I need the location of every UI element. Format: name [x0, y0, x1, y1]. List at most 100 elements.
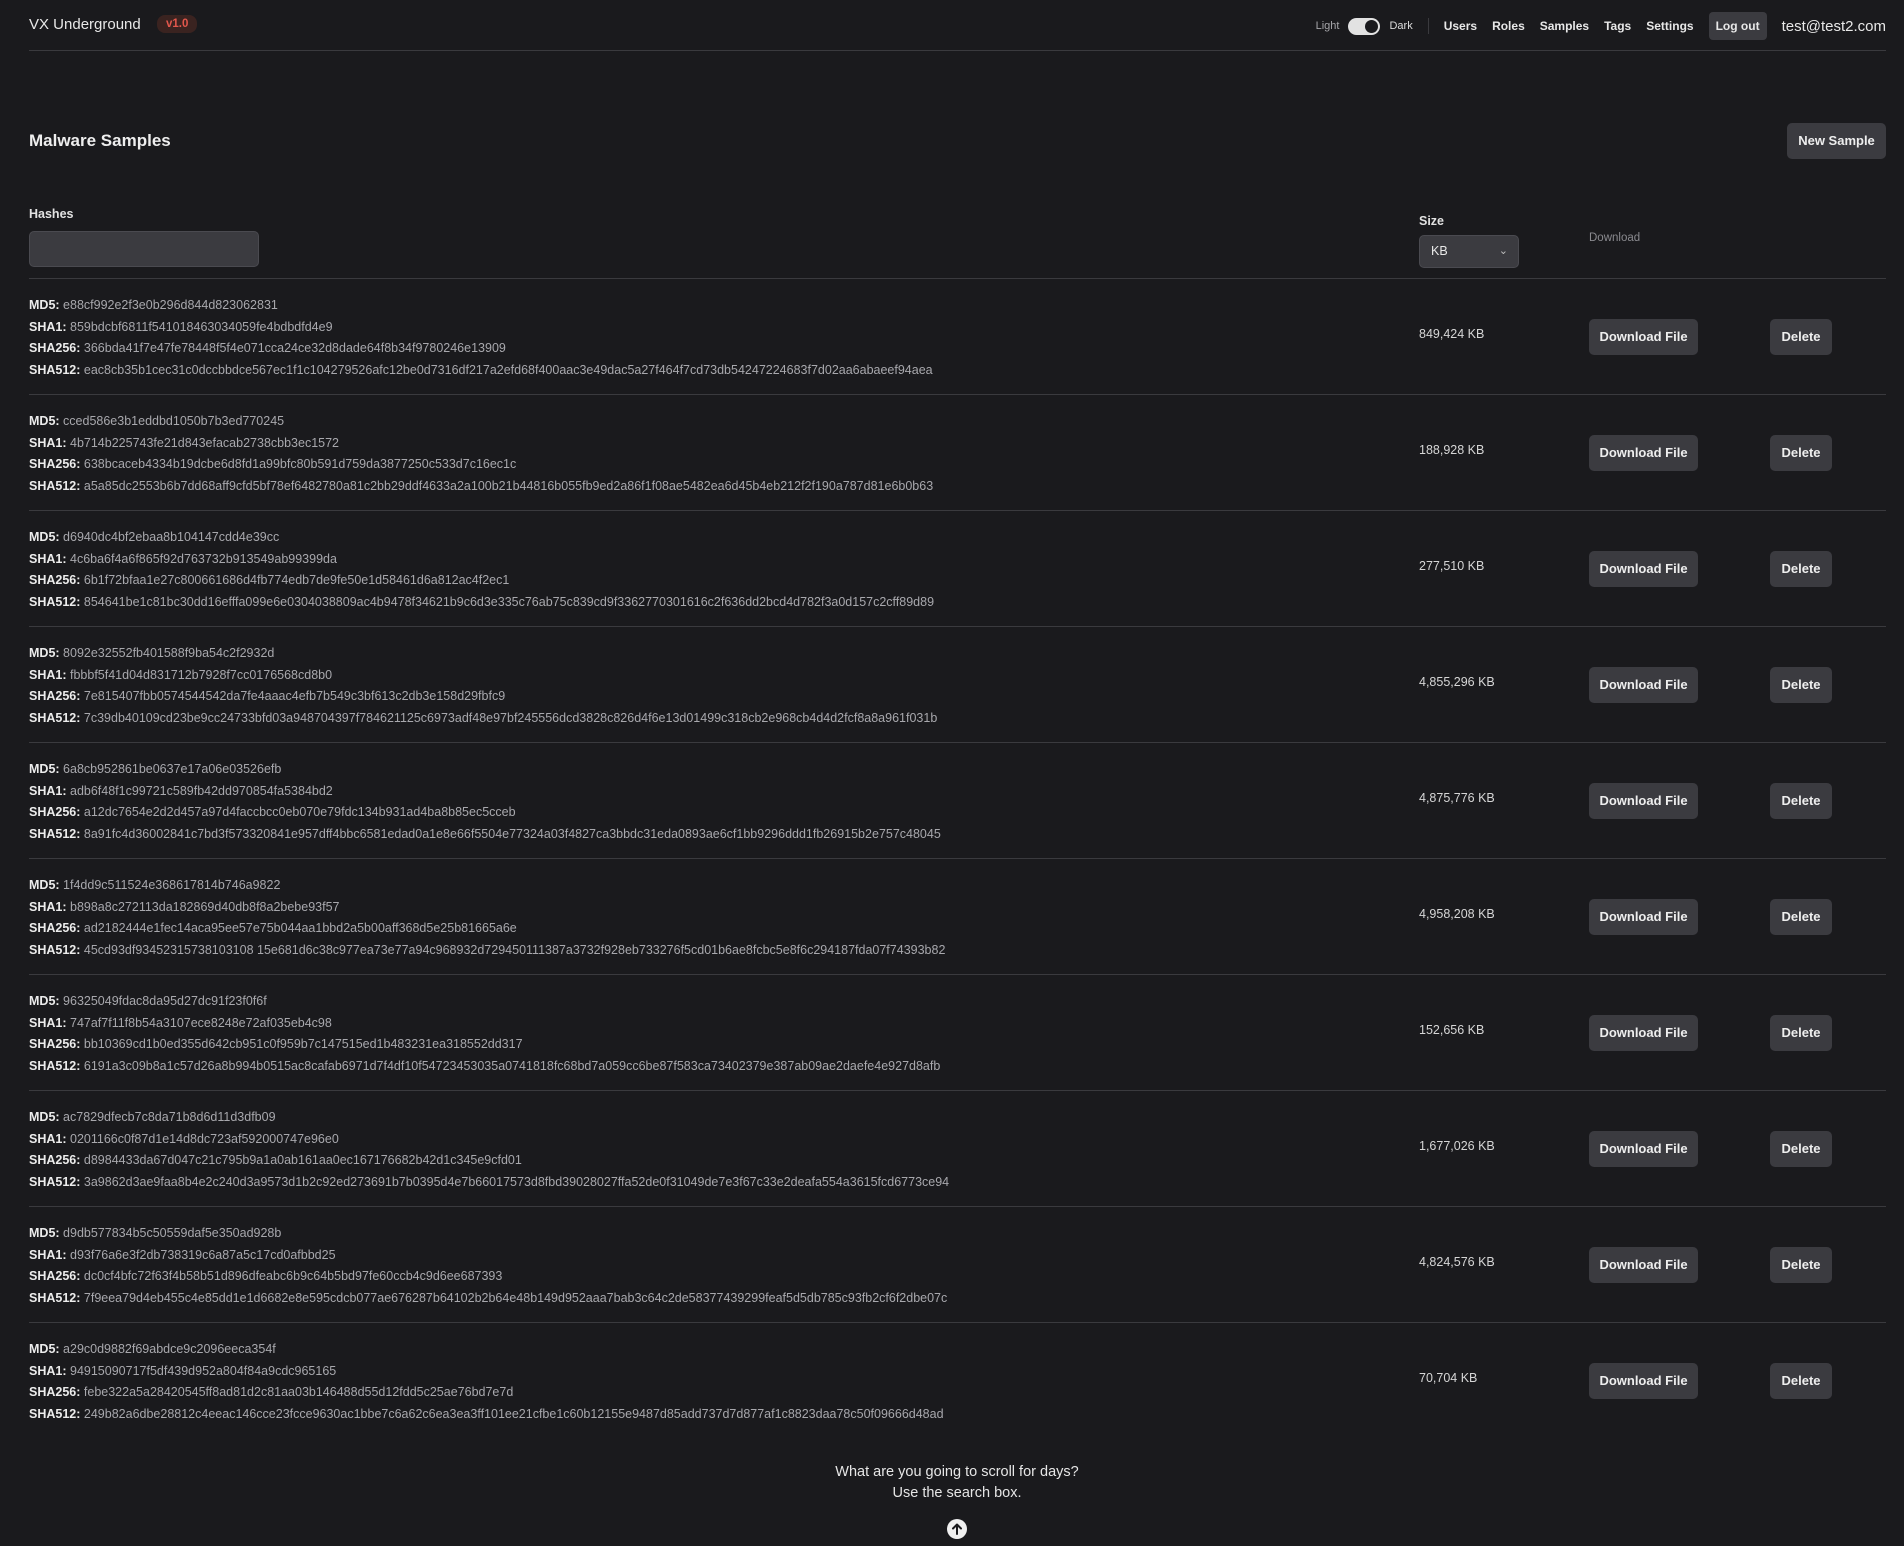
sha1-line: SHA1: 94915090717f5df439d952a804f84a9cdc…	[29, 1361, 944, 1383]
delete-button[interactable]: Delete	[1770, 435, 1832, 471]
hash-block: MD5: 8092e32552fb401588f9ba54c2f2932d SHA…	[29, 643, 937, 729]
delete-button[interactable]: Delete	[1770, 899, 1832, 935]
theme-light-label: Light	[1315, 20, 1340, 32]
delete-button[interactable]: Delete	[1770, 1247, 1832, 1283]
app-title[interactable]: VX Underground	[29, 16, 141, 33]
md5-line: MD5: ac7829dfecb7c8da71b8d6d11d3dfb09	[29, 1107, 949, 1129]
delete-button[interactable]: Delete	[1770, 783, 1832, 819]
sha1-key: SHA1:	[29, 667, 67, 682]
sha256-line: SHA256: 366bda41f7e47fe78448f5f4e071cca2…	[29, 338, 933, 360]
sample-row: MD5: 8092e32552fb401588f9ba54c2f2932d SHA…	[29, 627, 1886, 743]
download-file-button[interactable]: Download File	[1589, 1363, 1698, 1399]
sample-row: MD5: e88cf992e2f3e0b296d844d823062831 SHA…	[29, 279, 1886, 395]
sha256-line: SHA256: 6b1f72bfaa1e27c800661686d4fb774e…	[29, 570, 934, 592]
toggle-knob	[1365, 19, 1379, 33]
md5-key: MD5:	[29, 646, 60, 660]
sha512-key: SHA512:	[29, 1290, 81, 1305]
sample-size: 188,928 KB	[1419, 443, 1485, 457]
sha256-value: 638bcaceb4334b19dcbe6d8fd1a99bfc80b591d7…	[83, 457, 517, 471]
theme-toggle[interactable]	[1348, 17, 1381, 35]
sha512-value: 7f9eea79d4eb455c4e85dd1e1d6682e8e595cdcb…	[83, 1290, 948, 1305]
sha512-key: SHA512:	[29, 1406, 81, 1421]
sha1-line: SHA1: fbbbf5f41d04d831712b7928f7cc017656…	[29, 665, 937, 687]
sha512-value: 45cd93df93452315738103108 15e681d6c38c97…	[83, 942, 946, 957]
sha256-line: SHA256: 7e815407fbb0574544542da7fe4aaac4…	[29, 686, 937, 708]
md5-line: MD5: e88cf992e2f3e0b296d844d823062831	[29, 295, 933, 317]
delete-button[interactable]: Delete	[1770, 1015, 1832, 1051]
sha1-value: b898a8c272113da182869d40db8f8a2bebe93f57	[70, 899, 340, 914]
sha1-value: 4b714b225743fe21d843efacab2738cbb3ec1572	[70, 435, 340, 450]
download-file-button[interactable]: Download File	[1589, 667, 1698, 703]
logout-button[interactable]: Log out	[1708, 12, 1767, 40]
size-unit-value: KB	[1431, 244, 1448, 258]
download-file-button[interactable]: Download File	[1589, 551, 1698, 587]
sha1-key: SHA1:	[29, 551, 67, 566]
sha256-key: SHA256:	[29, 689, 81, 703]
md5-line: MD5: 96325049fdac8da95d27dc91f23f0f6f	[29, 991, 940, 1013]
version-badge: v1.0	[157, 15, 198, 33]
sha256-line: SHA256: ad2182444e1fec14aca95ee57e75b044…	[29, 918, 945, 940]
sha512-key: SHA512:	[29, 478, 81, 493]
md5-value: d6940dc4bf2ebaa8b104147cdd4e39cc	[63, 530, 280, 544]
sha256-key: SHA256:	[29, 921, 81, 935]
sha256-value: 6b1f72bfaa1e27c800661686d4fb774edb7de9fe…	[83, 573, 510, 587]
delete-button[interactable]: Delete	[1770, 1363, 1832, 1399]
sha1-value: 747af7f11f8b54a3107ece8248e72af035eb4c98	[70, 1015, 332, 1030]
sha1-value: adb6f48f1c99721c589fb42dd970854fa5384bd2	[70, 783, 333, 798]
sha512-value: 8a91fc4d36002841c7bd3f573320841e957dff4b…	[83, 826, 941, 841]
sha256-value: a12dc7654e2d2d457a97d4faccbcc0eb070e79fd…	[83, 805, 516, 819]
arrow-up-icon	[952, 1523, 962, 1535]
download-file-button[interactable]: Download File	[1589, 1015, 1698, 1051]
sample-size: 4,875,776 KB	[1419, 791, 1495, 805]
hash-block: MD5: 96325049fdac8da95d27dc91f23f0f6f SHA…	[29, 991, 940, 1077]
sha256-line: SHA256: a12dc7654e2d2d457a97d4faccbcc0eb…	[29, 802, 941, 824]
delete-button[interactable]: Delete	[1770, 551, 1832, 587]
size-unit-select[interactable]: KB ⌄	[1419, 235, 1519, 268]
sha256-value: ad2182444e1fec14aca95ee57e75b044aa1bbd2a…	[83, 921, 517, 935]
md5-line: MD5: d6940dc4bf2ebaa8b104147cdd4e39cc	[29, 527, 934, 549]
download-file-button[interactable]: Download File	[1589, 899, 1698, 935]
sha1-line: SHA1: adb6f48f1c99721c589fb42dd970854fa5…	[29, 781, 941, 803]
scroll-to-top-button[interactable]	[947, 1519, 967, 1539]
download-file-button[interactable]: Download File	[1589, 435, 1698, 471]
nav-link-tags[interactable]: Tags	[1604, 19, 1631, 33]
download-file-button[interactable]: Download File	[1589, 1247, 1698, 1283]
nav-link-roles[interactable]: Roles	[1492, 19, 1525, 33]
sha512-value: 249b82a6dbe28812c4eeac146cce23fcce9630ac…	[83, 1406, 944, 1421]
nav-link-samples[interactable]: Samples	[1540, 19, 1589, 33]
download-file-button[interactable]: Download File	[1589, 1131, 1698, 1167]
hashes-search-input[interactable]	[29, 231, 259, 267]
sha256-key: SHA256:	[29, 341, 81, 355]
download-file-button[interactable]: Download File	[1589, 783, 1698, 819]
sample-size: 4,855,296 KB	[1419, 675, 1495, 689]
sha512-value: 7c39db40109cd23be9cc24733bfd03a948704397…	[83, 710, 938, 725]
sha1-line: SHA1: 4c6ba6f4a6f865f92d763732b913549ab9…	[29, 549, 934, 571]
sample-size: 849,424 KB	[1419, 327, 1485, 341]
md5-line: MD5: d9db577834b5c50559daf5e350ad928b	[29, 1223, 947, 1245]
sha256-line: SHA256: d8984433da67d047c21c795b9a1a0ab1…	[29, 1150, 949, 1172]
delete-button[interactable]: Delete	[1770, 319, 1832, 355]
new-sample-button[interactable]: New Sample	[1787, 123, 1886, 159]
sha512-line: SHA512: 7f9eea79d4eb455c4e85dd1e1d6682e8…	[29, 1288, 947, 1310]
delete-button[interactable]: Delete	[1770, 667, 1832, 703]
delete-button[interactable]: Delete	[1770, 1131, 1832, 1167]
sha512-line: SHA512: 7c39db40109cd23be9cc24733bfd03a9…	[29, 708, 937, 730]
sha512-line: SHA512: eac8cb35b1cec31c0dccbbdce567ec1f…	[29, 360, 933, 382]
md5-key: MD5:	[29, 1342, 60, 1356]
sha256-line: SHA256: dc0cf4bfc72f63f4b58b51d896dfeabc…	[29, 1266, 947, 1288]
sha1-key: SHA1:	[29, 1363, 67, 1378]
download-file-button[interactable]: Download File	[1589, 319, 1698, 355]
sha256-value: 7e815407fbb0574544542da7fe4aaac4efb7b549…	[83, 689, 506, 703]
hash-block: MD5: ac7829dfecb7c8da71b8d6d11d3dfb09 SHA…	[29, 1107, 949, 1193]
sha256-value: d8984433da67d047c21c795b9a1a0ab161aa0ec1…	[83, 1153, 522, 1167]
nav-link-settings[interactable]: Settings	[1646, 19, 1693, 33]
sha1-value: 0201166c0f87d1e14d8dc723af592000747e96e0	[70, 1131, 339, 1146]
hash-block: MD5: a29c0d9882f69abdce9c2096eeca354f SHA…	[29, 1339, 944, 1425]
nav-link-users[interactable]: Users	[1444, 19, 1477, 33]
user-email[interactable]: test@test2.com	[1782, 18, 1886, 35]
sha1-line: SHA1: b898a8c272113da182869d40db8f8a2beb…	[29, 897, 945, 919]
hash-block: MD5: 1f4dd9c511524e368617814b746a9822 SHA…	[29, 875, 945, 961]
md5-line: MD5: cced586e3b1eddbd1050b7b3ed770245	[29, 411, 933, 433]
sha256-key: SHA256:	[29, 1269, 81, 1283]
sha1-value: 859bdcbf6811f541018463034059fe4bdbdfd4e9	[70, 319, 333, 334]
